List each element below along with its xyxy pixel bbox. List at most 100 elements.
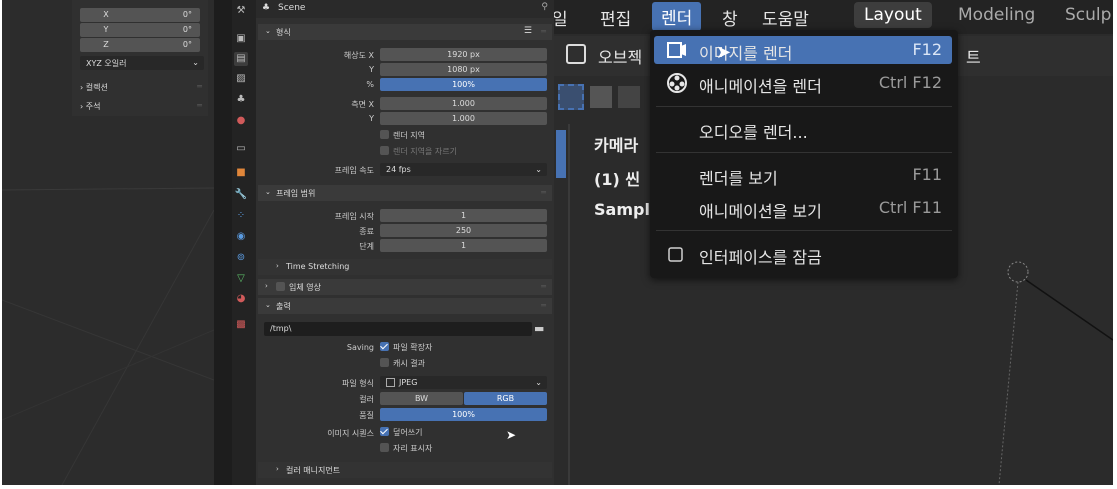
viewport-left[interactable]: X 0° Y 0° Z 0° XYZ 오일러 ⌄ › 컬렉션 ═ › 주석 ═	[2, 0, 214, 485]
frame-step-field[interactable]: 1	[380, 239, 547, 252]
collection-properties-icon[interactable]: ▭	[234, 142, 248, 156]
workspace-tab-sculpting[interactable]: Sculp	[1065, 5, 1111, 25]
chevron-down-icon: ⌄	[535, 378, 542, 387]
file-extensions-label: 파일 확장자	[393, 343, 433, 352]
time-stretching-subpanel[interactable]: › Time Stretching	[258, 259, 552, 275]
frame-range-section-header[interactable]: ⌄ 프레임 범위 ═	[258, 185, 552, 201]
checkbox-icon	[380, 146, 389, 155]
rotation-mode-select[interactable]: XYZ 오일러 ⌄	[80, 56, 204, 70]
drag-handle-icon[interactable]: ═	[197, 82, 202, 91]
checkbox-icon	[380, 358, 389, 367]
properties-header: ♣ Scene ⚲	[256, 0, 554, 18]
menu-help[interactable]: 도움말	[762, 5, 809, 30]
chevron-right-icon: ›	[276, 465, 279, 473]
menu-render[interactable]: 렌더	[652, 2, 702, 31]
resolution-x-field[interactable]: 1920 px	[380, 48, 547, 61]
particles-icon[interactable]: ⁘	[234, 209, 248, 223]
properties-tab-strip: ⚒ ▣ ▤ ▨ ♣ ● ▭ ■ 🔧 ⁘ ◉ ⊚ ▽ ◕ ▩	[214, 0, 256, 485]
lock-interface-menu-item[interactable]: 인터페이스를 잠금	[654, 240, 952, 268]
material-properties-icon[interactable]: ◕	[234, 292, 248, 306]
drag-handle-icon[interactable]: ═	[541, 188, 546, 197]
select-extend-icon[interactable]	[590, 86, 612, 108]
file-extensions-checkbox[interactable]: 파일 확장자	[380, 342, 432, 353]
view-render-menu-item[interactable]: 렌더를 보기 F11	[654, 161, 952, 189]
saving-label: Saving	[346, 343, 374, 352]
color-bw-button[interactable]: BW	[380, 392, 463, 405]
physics-icon[interactable]: ◉	[234, 230, 248, 244]
render-audio-menu-item[interactable]: 오디오를 렌더...	[654, 115, 952, 143]
cache-result-checkbox[interactable]: 캐시 결과	[380, 358, 425, 369]
format-section-header[interactable]: ⌄ 형식 ☰ ═	[258, 24, 552, 40]
drag-handle-icon[interactable]: ═	[541, 27, 546, 36]
output-path-input[interactable]: /tmp\	[264, 322, 532, 336]
collection-label: 컬렉션	[85, 83, 108, 92]
rotation-x-field[interactable]: X 0°	[80, 8, 200, 22]
render-image-shortcut: F12	[912, 40, 942, 59]
view-animation-menu-item[interactable]: 애니메이션을 보기 Ctrl F11	[654, 194, 952, 222]
stereoscopy-checkbox[interactable]	[276, 282, 285, 291]
texture-properties-icon[interactable]: ▩	[234, 318, 248, 332]
frame-start-field[interactable]: 1	[380, 209, 547, 222]
menu-window[interactable]: 창	[722, 5, 738, 30]
constraints-icon[interactable]: ⊚	[234, 251, 248, 265]
object-data-icon[interactable]: ▽	[234, 272, 248, 286]
render-image-icon	[666, 39, 688, 61]
render-properties-icon[interactable]: ▣	[234, 32, 248, 46]
chevron-down-icon: ⌄	[535, 165, 542, 174]
render-region-label: 렌더 지역	[393, 131, 425, 140]
menu-edit[interactable]: 편집	[600, 5, 631, 30]
drag-handle-icon[interactable]: ═	[541, 282, 546, 291]
overwrite-checkbox[interactable]: 덮어쓰기	[380, 427, 422, 438]
aspect-x-field[interactable]: 1.000	[380, 97, 547, 110]
aspect-y-field[interactable]: 1.000	[380, 112, 547, 125]
workspace-tab-modeling[interactable]: Modeling	[958, 5, 1035, 25]
select-subtract-icon[interactable]	[618, 86, 640, 108]
frame-rate-select[interactable]: 24 fps ⌄	[380, 163, 547, 176]
camera-label: 카메라	[594, 136, 639, 155]
scene-properties-icon[interactable]: ♣	[234, 93, 248, 107]
file-format-select[interactable]: JPEG ⌄	[380, 376, 547, 389]
menu-file-partial[interactable]: 일	[554, 5, 568, 30]
drag-handle-icon[interactable]: ═	[541, 301, 546, 310]
resolution-y-field[interactable]: 1080 px	[380, 63, 547, 76]
resolution-percent-slider[interactable]: 100%	[380, 78, 547, 91]
checkbox-checked-icon	[380, 427, 389, 436]
object-mode-icon[interactable]	[566, 44, 586, 64]
color-rgb-button[interactable]: RGB	[464, 392, 547, 405]
view-layer-icon[interactable]: ▨	[234, 72, 248, 86]
placeholders-checkbox[interactable]: 자리 표시자	[380, 443, 432, 454]
color-management-subpanel[interactable]: › 컬러 매니지먼트	[258, 462, 552, 478]
view-render-shortcut: F11	[912, 165, 942, 184]
scene-collection-label: (1) 씬	[594, 170, 641, 189]
stereoscopy-section-header[interactable]: › 입체 영상 ═	[258, 279, 552, 295]
quality-slider[interactable]: 100%	[380, 408, 547, 421]
folder-icon[interactable]: ▬	[534, 322, 544, 335]
crop-region-checkbox[interactable]: 렌더 지역을 자르기	[380, 146, 457, 157]
modifier-properties-icon[interactable]: 🔧	[234, 188, 248, 202]
pin-icon[interactable]: ⚲	[541, 2, 548, 12]
select-box-icon[interactable]	[558, 84, 584, 110]
rotation-y-field[interactable]: Y 0°	[80, 23, 200, 37]
output-section-header[interactable]: ⌄ 출력 ═	[258, 298, 552, 314]
rotation-panel: X 0° Y 0° Z 0° XYZ 오일러 ⌄ › 컬렉션 ═ › 주석 ═	[72, 0, 208, 116]
workspace-tab-layout[interactable]: Layout	[854, 2, 932, 28]
tool-settings-icon[interactable]: ⚒	[234, 4, 248, 18]
world-properties-icon[interactable]: ●	[234, 114, 248, 128]
header-text-partial: 트	[966, 48, 981, 67]
drag-handle-icon[interactable]: ═	[197, 101, 202, 110]
render-region-checkbox[interactable]: 렌더 지역	[380, 130, 425, 141]
file-format-value: JPEG	[399, 378, 418, 387]
render-animation-menu-item[interactable]: 애니메이션을 렌더 Ctrl F12	[654, 69, 952, 97]
presets-list-icon[interactable]: ☰	[524, 26, 532, 36]
frame-end-field[interactable]: 250	[380, 224, 547, 237]
menu-separator	[656, 152, 952, 153]
annotation-panel-header[interactable]: › 주석	[80, 101, 100, 112]
render-image-menu-item[interactable]: 이미지를 렌더 F12 ➤	[654, 36, 952, 64]
output-properties-icon[interactable]: ▤	[234, 52, 248, 66]
collection-panel-header[interactable]: › 컬렉션	[80, 82, 108, 93]
object-mode-label[interactable]: 오브젝	[598, 44, 642, 68]
object-properties-icon[interactable]: ■	[234, 166, 248, 180]
rotation-z-field[interactable]: Z 0°	[80, 38, 200, 52]
render-menu-dropdown: 이미지를 렌더 F12 ➤ 애니메이션을 렌더 Ctrl F12 오디오를 렌더…	[650, 30, 958, 278]
view-render-label: 렌더를 보기	[699, 169, 778, 188]
